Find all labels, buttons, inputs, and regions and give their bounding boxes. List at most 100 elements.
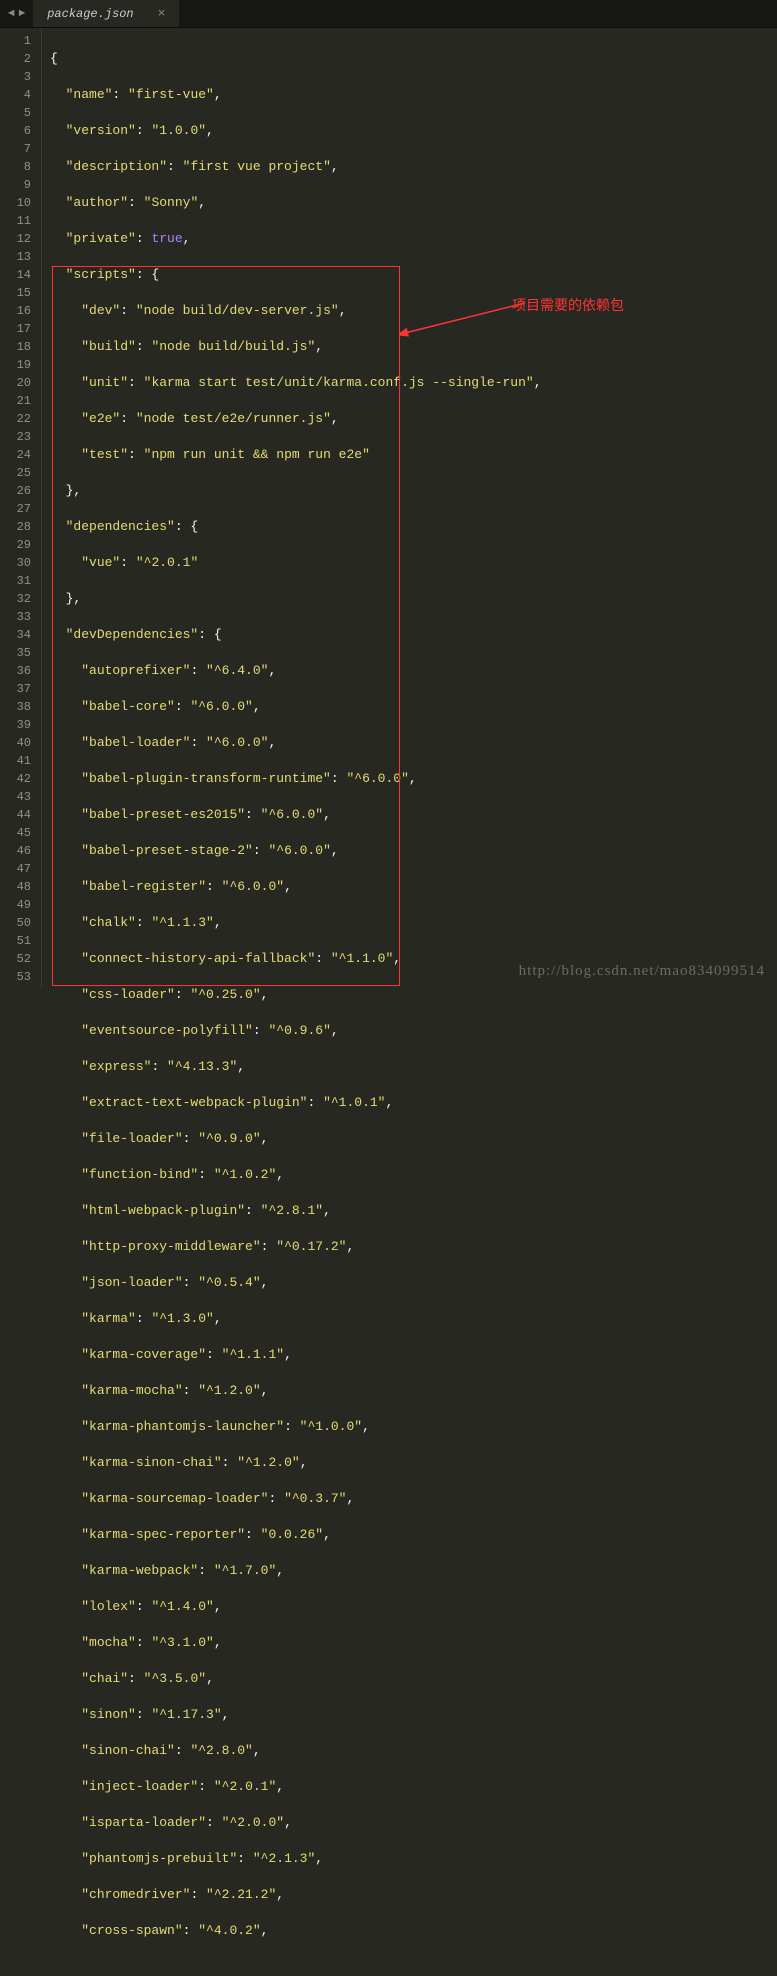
line-number: 26 <box>6 482 31 500</box>
code-text: "autoprefixer" <box>81 663 190 678</box>
line-number: 52 <box>6 950 31 968</box>
code-text: "^0.3.7" <box>284 1491 346 1506</box>
line-number: 3 <box>6 68 31 86</box>
code-text: "first vue project" <box>183 159 331 174</box>
code-text: "cross-spawn" <box>81 1923 182 1938</box>
line-number: 7 <box>6 140 31 158</box>
code-text: "^0.9.6" <box>268 1023 330 1038</box>
code-text: "author" <box>66 195 128 210</box>
code-text: "build" <box>81 339 136 354</box>
code-text: "version" <box>66 123 136 138</box>
line-number: 28 <box>6 518 31 536</box>
line-number: 27 <box>6 500 31 518</box>
code-text: "private" <box>66 231 136 246</box>
line-number: 53 <box>6 968 31 986</box>
code-text: "^1.4.0" <box>151 1599 213 1614</box>
line-number: 23 <box>6 428 31 446</box>
code-text: "^2.0.0" <box>222 1815 284 1830</box>
code-text: "unit" <box>81 375 128 390</box>
line-number: 20 <box>6 374 31 392</box>
tab-bar: package.json × <box>33 0 180 27</box>
code-text: "chai" <box>81 1671 128 1686</box>
code-text: "karma-coverage" <box>81 1347 206 1362</box>
line-number: 51 <box>6 932 31 950</box>
line-number: 32 <box>6 590 31 608</box>
code-text: "^2.8.0" <box>190 1743 252 1758</box>
title-bar: ◄ ► package.json × <box>0 0 777 28</box>
line-number: 29 <box>6 536 31 554</box>
code-text: true <box>151 231 182 246</box>
line-number: 13 <box>6 248 31 266</box>
code-text: { <box>50 51 58 66</box>
line-number: 9 <box>6 176 31 194</box>
line-number: 22 <box>6 410 31 428</box>
code-text: "^6.0.0" <box>222 879 284 894</box>
code-text: "^0.9.0" <box>198 1131 260 1146</box>
code-text: "0.0.26" <box>261 1527 323 1542</box>
line-number: 12 <box>6 230 31 248</box>
line-number: 33 <box>6 608 31 626</box>
back-arrow-icon[interactable]: ◄ <box>8 8 15 20</box>
code-text: "1.0.0" <box>151 123 206 138</box>
code-text: "express" <box>81 1059 151 1074</box>
line-number: 4 <box>6 86 31 104</box>
code-text: "sinon" <box>81 1707 136 1722</box>
code-text: "^2.0.1" <box>214 1779 276 1794</box>
forward-arrow-icon[interactable]: ► <box>19 8 26 20</box>
code-text: "devDependencies" <box>66 627 199 642</box>
code-text: "^2.0.1" <box>136 555 198 570</box>
code-text: "function-bind" <box>81 1167 198 1182</box>
line-number: 49 <box>6 896 31 914</box>
code-text: "karma-spec-reporter" <box>81 1527 245 1542</box>
code-text: "test" <box>81 447 128 462</box>
line-number: 46 <box>6 842 31 860</box>
line-number: 31 <box>6 572 31 590</box>
line-number-gutter: 1 2 3 4 5 6 7 8 9 10 11 12 13 14 15 16 1… <box>0 28 42 988</box>
watermark: http://blog.csdn.net/mao834099514 <box>519 963 765 980</box>
code-text: "sinon-chai" <box>81 1743 175 1758</box>
code-text: "^4.13.3" <box>167 1059 237 1074</box>
line-number: 47 <box>6 860 31 878</box>
line-number: 16 <box>6 302 31 320</box>
code-text: "chalk" <box>81 915 136 930</box>
code-text: "^2.8.1" <box>261 1203 323 1218</box>
code-text: "^1.1.1" <box>222 1347 284 1362</box>
close-icon[interactable]: × <box>158 6 166 21</box>
line-number: 48 <box>6 878 31 896</box>
code-text: "babel-preset-stage-2" <box>81 843 253 858</box>
annotation-label: 项目需要的依赖包 <box>512 296 624 314</box>
code-text: "karma-phantomjs-launcher" <box>81 1419 284 1434</box>
code-content[interactable]: { "name": "first-vue", "version": "1.0.0… <box>42 28 777 988</box>
code-text: "description" <box>66 159 167 174</box>
code-text: "^1.0.0" <box>300 1419 362 1434</box>
code-text: "^0.17.2" <box>276 1239 346 1254</box>
code-text: "Sonny" <box>144 195 199 210</box>
code-text: "json-loader" <box>81 1275 182 1290</box>
line-number: 19 <box>6 356 31 374</box>
line-number: 21 <box>6 392 31 410</box>
code-text: "lolex" <box>81 1599 136 1614</box>
line-number: 34 <box>6 626 31 644</box>
code-text: "^1.2.0" <box>237 1455 299 1470</box>
code-text: "first-vue" <box>128 87 214 102</box>
code-text: "mocha" <box>81 1635 136 1650</box>
line-number: 10 <box>6 194 31 212</box>
tab-label: package.json <box>47 7 133 21</box>
code-text: "^3.1.0" <box>151 1635 213 1650</box>
code-text: "^6.0.0" <box>268 843 330 858</box>
code-text: "html-webpack-plugin" <box>81 1203 245 1218</box>
code-text: "babel-loader" <box>81 735 190 750</box>
code-text: "http-proxy-middleware" <box>81 1239 260 1254</box>
line-number: 17 <box>6 320 31 338</box>
code-text: "scripts" <box>66 267 136 282</box>
code-text: "^1.1.0" <box>331 951 393 966</box>
code-text: "^6.4.0" <box>206 663 268 678</box>
code-text: "^4.0.2" <box>198 1923 260 1938</box>
code-text: "^2.21.2" <box>206 1887 276 1902</box>
tab-package-json[interactable]: package.json × <box>33 0 180 27</box>
line-number: 44 <box>6 806 31 824</box>
code-text: "babel-plugin-transform-runtime" <box>81 771 331 786</box>
code-text: "karma-mocha" <box>81 1383 182 1398</box>
code-text: "karma-sourcemap-loader" <box>81 1491 268 1506</box>
line-number: 11 <box>6 212 31 230</box>
